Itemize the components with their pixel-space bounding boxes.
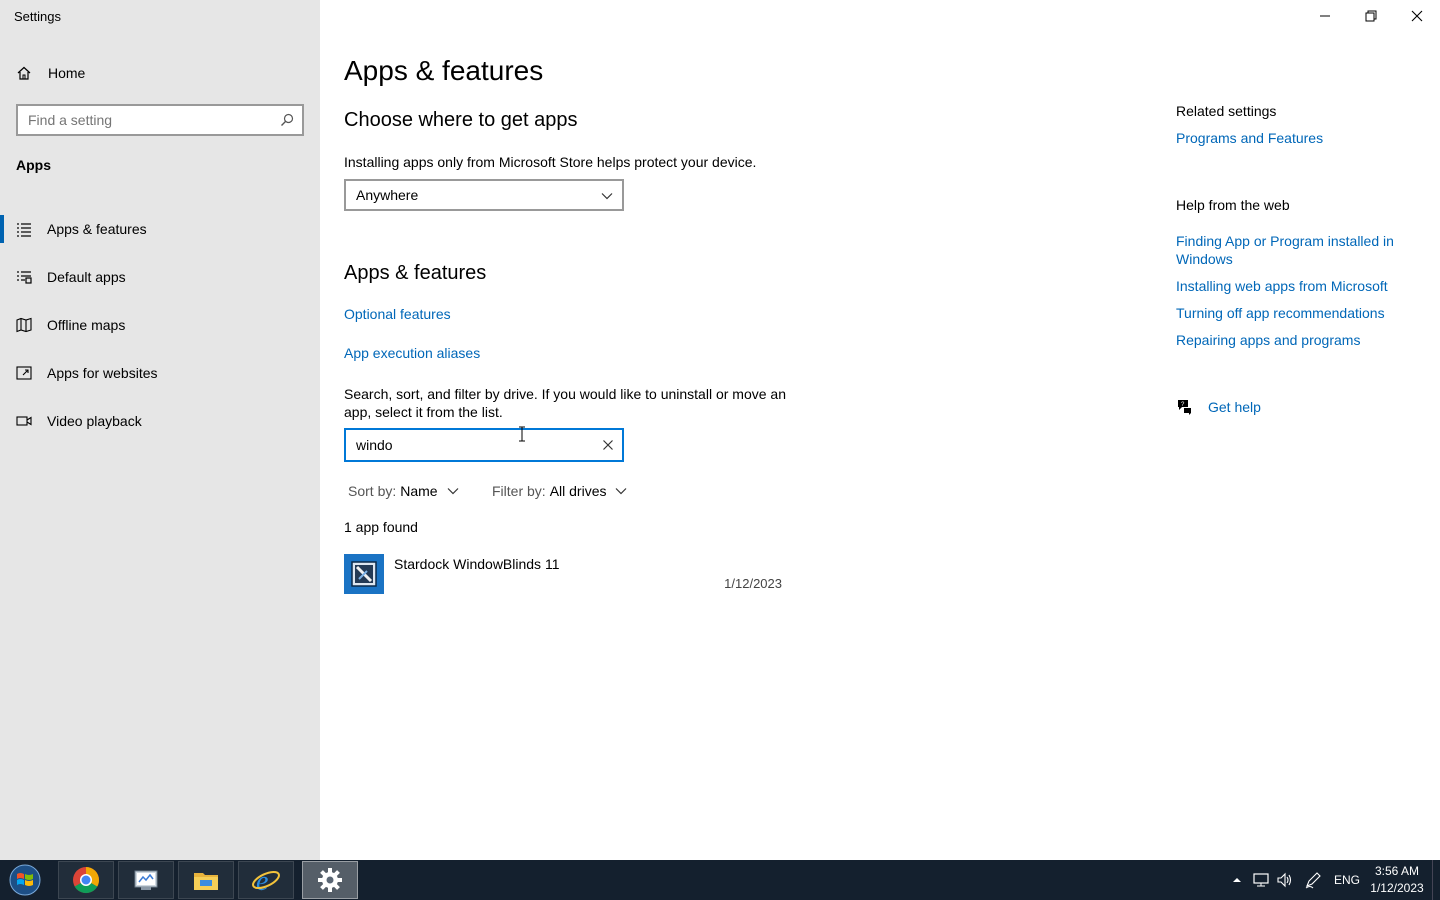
- default-apps-icon: [17, 271, 32, 284]
- help-link-recommendations[interactable]: Turning off app recommendations: [1176, 304, 1416, 322]
- search-description: Search, sort, and filter by drive. If yo…: [344, 386, 786, 420]
- app-execution-aliases-link[interactable]: App execution aliases: [344, 345, 480, 361]
- minimize-icon: [1320, 15, 1330, 17]
- chevron-up-icon: [1233, 878, 1241, 882]
- tray-volume[interactable]: [1274, 860, 1296, 900]
- help-link-finding-app[interactable]: Finding App or Program installed in Wind…: [1176, 232, 1416, 268]
- minimize-button[interactable]: [1302, 0, 1348, 32]
- tray-language[interactable]: ENG: [1330, 860, 1364, 900]
- close-icon: [1411, 10, 1423, 22]
- app-install-date: 1/12/2023: [724, 576, 782, 591]
- filter-by-dropdown[interactable]: Filter by: All drives: [492, 483, 628, 499]
- list-icon: [17, 223, 31, 237]
- home-icon: [17, 66, 31, 80]
- tray-show-hidden[interactable]: [1228, 860, 1246, 900]
- settings-icon: [318, 868, 342, 892]
- sidebar-nav: Apps & features Default apps Offline map…: [0, 205, 320, 445]
- taskbar: e ENG 3:56 AM 1/12/2023: [0, 860, 1440, 900]
- apps-features-heading: Apps & features: [344, 262, 487, 284]
- sidebar-item-label: Offline maps: [47, 317, 126, 333]
- clock-time: 3:56 AM: [1374, 864, 1420, 878]
- taskbar-settings[interactable]: [302, 861, 358, 899]
- show-desktop-button[interactable]: [1432, 860, 1440, 900]
- chevron-down-icon: [447, 488, 459, 495]
- windows-start-icon: [9, 864, 41, 896]
- help-link-repairing[interactable]: Repairing apps and programs: [1176, 331, 1416, 349]
- network-icon: [1253, 873, 1269, 887]
- related-settings-heading: Related settings: [1176, 103, 1277, 119]
- taskbar-file-explorer[interactable]: [178, 861, 234, 899]
- choose-apps-heading: Choose where to get apps: [344, 109, 578, 131]
- optional-features-link[interactable]: Optional features: [344, 306, 451, 322]
- clock-date: 1/12/2023: [1370, 881, 1424, 895]
- sidebar-item-apps-for-websites[interactable]: Apps for websites: [0, 349, 320, 397]
- chevron-down-icon: [601, 193, 613, 200]
- app-source-dropdown[interactable]: Anywhere: [344, 179, 624, 211]
- home-label: Home: [48, 65, 86, 81]
- sidebar-item-label: Default apps: [47, 269, 126, 285]
- find-setting-input[interactable]: [28, 112, 268, 128]
- sidebar-item-offline-maps[interactable]: Offline maps: [0, 301, 320, 349]
- sort-by-dropdown[interactable]: Sort by: Name: [348, 483, 460, 499]
- app-search-box[interactable]: [344, 428, 624, 462]
- choose-apps-description: Installing apps only from Microsoft Stor…: [344, 154, 757, 170]
- sidebar-item-label: Video playback: [47, 413, 142, 429]
- filter-label: Filter by:: [492, 483, 546, 499]
- search-icon[interactable]: [280, 113, 294, 127]
- taskbar-control-panel[interactable]: [118, 861, 174, 899]
- close-button[interactable]: [1394, 0, 1440, 32]
- app-name: Stardock WindowBlinds 11: [394, 556, 560, 572]
- sidebar: Settings Home Apps Apps & features Defau…: [0, 0, 320, 860]
- map-icon: [16, 317, 32, 333]
- restore-button[interactable]: [1348, 0, 1394, 32]
- app-list-item[interactable]: Stardock WindowBlinds 11 1/12/2023: [344, 553, 784, 597]
- sidebar-item-default-apps[interactable]: Default apps: [0, 253, 320, 301]
- windowblinds-app-icon: [344, 554, 384, 594]
- sort-value: Name: [400, 483, 438, 499]
- tray-pen[interactable]: [1302, 860, 1324, 900]
- get-help-label: Get help: [1208, 399, 1261, 415]
- internet-explorer-icon: e: [252, 866, 280, 895]
- clear-search-icon[interactable]: [602, 439, 614, 451]
- find-setting-search[interactable]: [16, 104, 304, 136]
- get-help-icon: ?: [1178, 400, 1191, 415]
- website-app-icon: [16, 366, 32, 380]
- sidebar-item-video-playback[interactable]: Video playback: [0, 397, 320, 445]
- start-button[interactable]: [4, 862, 46, 898]
- programs-features-link[interactable]: Programs and Features: [1176, 129, 1416, 147]
- taskbar-internet-explorer[interactable]: e: [238, 861, 294, 899]
- taskbar-clock[interactable]: 3:56 AM 1/12/2023: [1366, 863, 1428, 897]
- sidebar-item-label: Apps & features: [47, 221, 147, 237]
- restore-icon: [1365, 10, 1377, 22]
- svg-text:e: e: [256, 866, 268, 895]
- get-help-link[interactable]: ? Get help: [1176, 398, 1261, 416]
- page-title: Apps & features: [344, 55, 544, 86]
- filter-value: All drives: [549, 483, 607, 499]
- apps-found-count: 1 app found: [344, 519, 418, 535]
- window-title: Settings: [14, 9, 61, 24]
- pen-icon: [1305, 872, 1321, 889]
- sidebar-item-label: Apps for websites: [47, 365, 158, 381]
- app-source-value: Anywhere: [356, 187, 419, 203]
- control-panel-icon: [134, 870, 158, 890]
- home-link[interactable]: Home: [16, 62, 85, 84]
- sidebar-item-apps-features[interactable]: Apps & features: [0, 205, 320, 253]
- text-cursor-icon: [519, 426, 525, 442]
- section-label: Apps: [16, 157, 51, 173]
- language-indicator: ENG: [1333, 873, 1360, 887]
- tray-network[interactable]: [1250, 860, 1272, 900]
- file-explorer-icon: [194, 873, 218, 890]
- app-search-input[interactable]: [356, 437, 586, 453]
- taskbar-chrome[interactable]: [58, 861, 114, 899]
- chevron-down-icon: [616, 488, 627, 495]
- help-web-heading: Help from the web: [1176, 197, 1290, 213]
- chrome-icon: [73, 867, 100, 894]
- help-link-web-apps[interactable]: Installing web apps from Microsoft: [1176, 277, 1416, 295]
- volume-icon: [1277, 872, 1292, 888]
- video-icon: [16, 416, 32, 426]
- sort-label: Sort by:: [348, 483, 397, 499]
